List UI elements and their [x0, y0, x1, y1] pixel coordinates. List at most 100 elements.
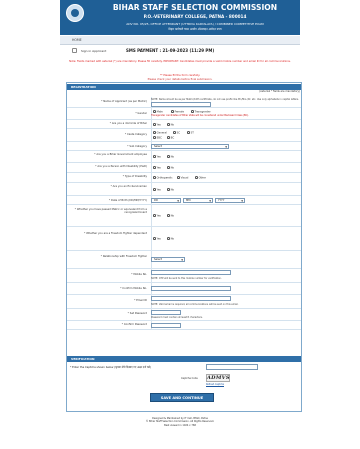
chevron-down-icon: ▾: [181, 258, 183, 262]
ff-relation-select[interactable]: Select ▾: [151, 257, 185, 262]
row-label: * Email ID: [134, 299, 147, 302]
freedom-fighter-option[interactable]: No: [167, 237, 174, 240]
header-subtitle: P.O.-VETERINARY COLLEGE, PATNA - 800014: [143, 14, 247, 19]
captcha-input[interactable]: [206, 364, 258, 370]
header-hindi-line: बिहार कर्मचारी चयन आयोग ऑनलाइन आवेदन प्र…: [168, 27, 222, 31]
mobile-input[interactable]: [151, 270, 231, 275]
caste-option[interactable]: SC: [173, 131, 180, 134]
row-label: * Are you a Bihar Government employee: [94, 153, 147, 156]
refresh-captcha-link[interactable]: Refresh Captcha: [206, 383, 224, 386]
bssc-logo: [66, 4, 84, 22]
row-label: * Confirm Mobile No.: [120, 287, 147, 290]
freedom-fighter-option[interactable]: Yes: [153, 237, 161, 240]
row-label: * Date of Birth (DD/MM/YYYY): [108, 199, 147, 202]
row-hint: Password must contain at least 8 charact…: [151, 316, 203, 319]
form-row-domicile: * Are you a domicile of Bihar Yes No: [67, 120, 301, 129]
row-hint: NOTE: Valid email is required, all commu…: [151, 303, 239, 306]
form-row-password: * Set Password Password must contain at …: [67, 309, 301, 321]
form-row-matric: * Whether you have passed Matric or equi…: [67, 205, 301, 227]
mandatory-note: (Asterisk * fields are mandatory): [259, 90, 300, 93]
form-row-confirm-mobile: * Confirm Mobile No.: [67, 283, 301, 295]
notes-line-1: Note: Fields marked with asterisk (*) ar…: [69, 60, 291, 63]
domicile-option[interactable]: No: [167, 123, 174, 126]
govt-employee-option[interactable]: Yes: [153, 155, 161, 158]
row-label: * Mobile No.: [131, 273, 147, 276]
chevron-down-icon: ▾: [241, 199, 243, 203]
chevron-down-icon: ▾: [209, 199, 211, 203]
caste-option[interactable]: ST: [187, 131, 194, 134]
row-label: * Caste Category: [124, 133, 147, 136]
chevron-down-icon: ▾: [225, 145, 227, 149]
ex-serviceman-option[interactable]: Yes: [153, 188, 161, 191]
form-row-govt-employee: * Are you a Bihar Government employee Ye…: [67, 151, 301, 163]
pwd-option[interactable]: Yes: [153, 166, 161, 169]
confirm-password-input[interactable]: [151, 323, 181, 328]
caste-option[interactable]: EBC: [153, 136, 162, 139]
row-hint: NOTE: Name should be as per Matric/10th …: [151, 98, 299, 101]
form-row-subcategory: * Sub Category Select ▾: [67, 142, 301, 151]
notes-line-2: ** Please fill the form carefully.: [159, 74, 201, 77]
row-label: * Set Password: [127, 312, 147, 315]
gender-option[interactable]: Female: [171, 110, 184, 113]
domicile-option[interactable]: Yes: [153, 123, 161, 126]
row-label: * Sub Category: [127, 145, 147, 148]
captcha-label: Captcha Code: [181, 377, 198, 380]
form-row-email: * Email ID NOTE: Valid email is required…: [67, 295, 301, 309]
form-row-caste: * Caste Category General SC ST EBC BC: [67, 129, 301, 142]
payment-date-text: SMS PAYMENT : 21-09-2023 (11:29 PM): [126, 48, 215, 53]
caste-option[interactable]: General: [153, 131, 167, 134]
ex-serviceman-option[interactable]: No: [167, 188, 174, 191]
form-row-freedom-fighter: * Whether you are a Freedom Fighter depe…: [67, 227, 301, 251]
notes-line-3: Please check your details before final s…: [147, 78, 213, 81]
row-label: * Are you an Ex-Serviceman: [110, 185, 147, 188]
dob-month-select[interactable]: MM ▾: [183, 198, 213, 203]
row-hint: Transgender candidates of Bihar state wi…: [151, 114, 249, 117]
gender-option[interactable]: Male: [153, 110, 163, 113]
captcha-image: ADMVS: [206, 374, 230, 382]
form-row-pwd: * Are you a Person with Disability (PwD)…: [67, 163, 301, 173]
row-label: * Are you a domicile of Bihar: [109, 122, 147, 125]
confirm-mobile-input[interactable]: [151, 286, 231, 291]
header-title: BIHAR STAFF SELECTION COMMISSION: [112, 3, 278, 12]
subcategory-select[interactable]: Select ▾: [151, 144, 229, 149]
row-hint: NOTE: OTP will be sent to this mobile nu…: [151, 277, 222, 280]
disability-option[interactable]: Orthopaedic: [153, 176, 173, 179]
form-row-ex-serviceman: * Are you an Ex-Serviceman Yes No: [67, 183, 301, 196]
chevron-down-icon: ▾: [177, 199, 179, 203]
form-row-name: * Name of Applicant (as per Matric) NOTE…: [67, 97, 301, 108]
pwd-option[interactable]: No: [167, 166, 174, 169]
caste-option[interactable]: BC: [167, 136, 174, 139]
row-label: * Gender: [135, 112, 147, 115]
dob-year-select[interactable]: YYYY ▾: [215, 198, 245, 203]
form-row-gender: * Gender Male Female Transgender Transge…: [67, 108, 301, 120]
nav-home-link[interactable]: HOME: [72, 38, 82, 42]
form-row-ff-relation: * Relationship with Freedom Fighter Sele…: [67, 251, 301, 269]
page: BIHAR STAFF SELECTION COMMISSION P.O.-VE…: [0, 0, 360, 449]
save-and-continue-button[interactable]: SAVE AND CONTINUE: [150, 393, 214, 402]
gender-option[interactable]: Transgender: [191, 110, 211, 113]
disability-option[interactable]: Visual: [177, 176, 188, 179]
verification-section-header: VERIFICATION: [67, 356, 301, 362]
footer: Designed & Maintained by IT Cell, BSSC, …: [60, 417, 300, 427]
dob-day-select[interactable]: DD ▾: [151, 198, 181, 203]
applicant-label: Sign in Applicant: [81, 49, 107, 53]
row-label: * Are you a Person with Disability (PwD): [95, 165, 147, 168]
matric-option[interactable]: No: [167, 214, 174, 217]
disability-option[interactable]: Other: [195, 176, 206, 179]
form-row-dob: * Date of Birth (DD/MM/YYYY) DD ▾ MM ▾ YYY…: [67, 196, 301, 205]
password-input[interactable]: [151, 310, 181, 315]
row-label: * Whether you are a Freedom Fighter depe…: [83, 232, 147, 235]
row-label: * Name of Applicant (as per Matric): [101, 100, 147, 103]
header-adv-line: ADV NO. 05/25, OFFICE ATTENDANT (UTTRIVA…: [126, 22, 264, 26]
row-label: * Confirm Password: [121, 323, 147, 326]
matric-option[interactable]: Yes: [153, 214, 161, 217]
nav-bar: [60, 36, 300, 45]
form-row-disability: * Type of Disability Orthopaedic Visual …: [67, 173, 301, 183]
form-row-mobile: * Mobile No. NOTE: OTP will be sent to t…: [67, 269, 301, 283]
row-label: * Type of Disability: [122, 175, 147, 178]
name-input[interactable]: [151, 102, 211, 107]
email-input[interactable]: [151, 296, 231, 301]
footer-line-3: Best viewed in 1024 x 768: [164, 423, 196, 427]
govt-employee-option[interactable]: No: [167, 155, 174, 158]
captcha-prompt: * Enter the Captcha shown below (कृपया न…: [70, 366, 152, 369]
